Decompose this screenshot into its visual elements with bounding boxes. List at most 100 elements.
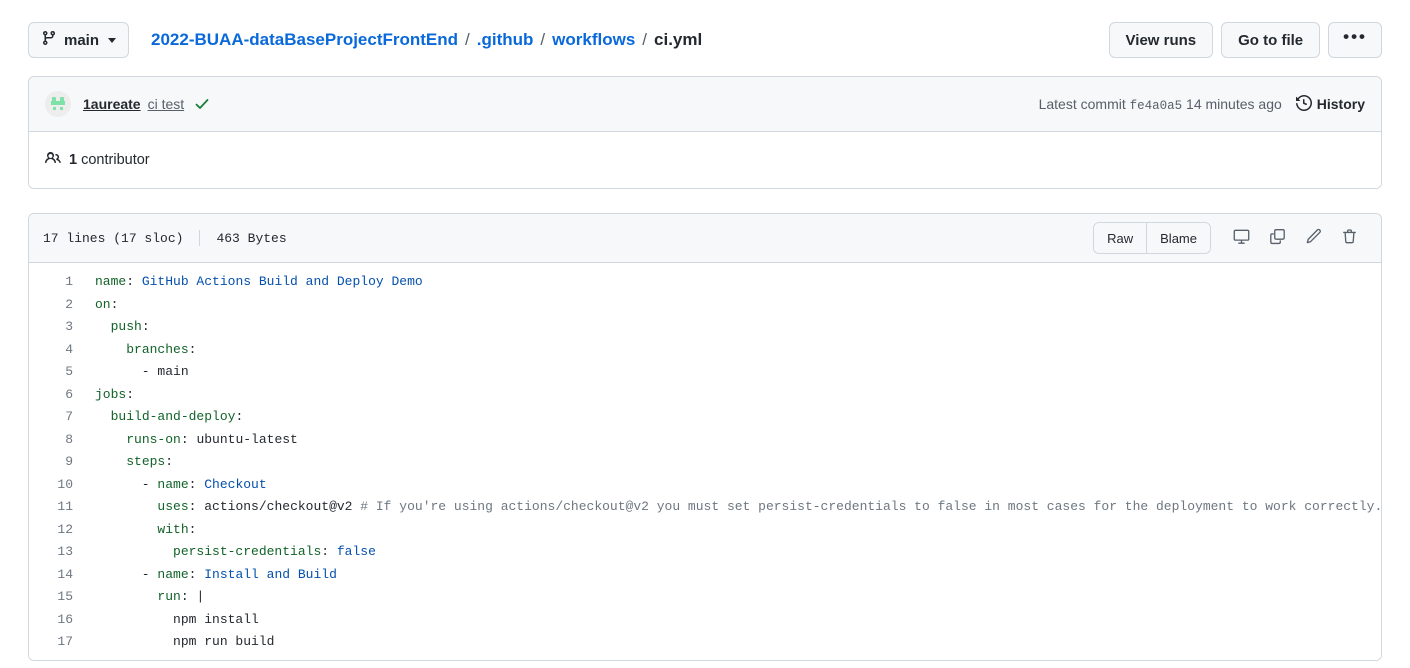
line-content: uses: actions/checkout@v2 # If you're us…	[85, 496, 1381, 519]
latest-commit-label: Latest commit fe4a0a5 14 minutes ago	[1039, 96, 1282, 113]
commit-hash[interactable]: fe4a0a5	[1130, 99, 1183, 113]
blame-button[interactable]: Blame	[1146, 223, 1210, 253]
line-number[interactable]: 7	[29, 406, 85, 429]
code-token: :	[165, 454, 174, 469]
code-line: 5 - main	[29, 361, 1381, 384]
breadcrumb-repo-link[interactable]: 2022-BUAA-dataBaseProjectFrontEnd	[151, 30, 458, 50]
code-token: -	[95, 364, 158, 379]
file-lines-text: 17 lines (17 sloc)	[43, 230, 184, 246]
code-token: :	[180, 589, 197, 604]
chevron-down-icon	[108, 37, 117, 43]
file-topbar: main 2022-BUAA-dataBaseProjectFrontEnd /…	[28, 0, 1382, 72]
breadcrumb-separator: /	[642, 30, 648, 49]
people-icon	[45, 150, 61, 170]
breadcrumb-dir-github[interactable]: .github	[477, 30, 534, 50]
avatar[interactable]	[45, 91, 71, 117]
code-line: 10 - name: Checkout	[29, 474, 1381, 497]
pencil-icon	[1305, 228, 1322, 248]
code-token: :	[110, 296, 119, 312]
code-token: :	[235, 409, 244, 424]
code-token: name	[157, 476, 189, 492]
git-branch-icon	[41, 30, 57, 50]
code-token: with	[157, 521, 189, 537]
line-content: run: |	[85, 586, 1381, 609]
code-token: -	[95, 476, 158, 492]
history-link[interactable]: History	[1295, 94, 1365, 114]
line-number[interactable]: 9	[29, 451, 85, 474]
line-number[interactable]: 8	[29, 429, 85, 452]
line-number[interactable]: 2	[29, 294, 85, 317]
line-number[interactable]: 14	[29, 564, 85, 587]
code-token: jobs	[95, 386, 127, 402]
branch-name-label: main	[64, 31, 100, 49]
line-number[interactable]: 1	[29, 271, 85, 294]
breadcrumb-dir-workflows[interactable]: workflows	[552, 30, 635, 50]
line-number[interactable]: 6	[29, 384, 85, 407]
more-options-button[interactable]: •••	[1328, 22, 1382, 58]
latest-commit-text: Latest commit	[1038, 95, 1126, 112]
view-runs-button[interactable]: View runs	[1108, 22, 1214, 58]
line-number[interactable]: 15	[29, 586, 85, 609]
code-token: :	[188, 341, 197, 357]
line-content: npm run build	[85, 631, 1381, 654]
code-line: 4 branches:	[29, 339, 1381, 362]
file-page: main 2022-BUAA-dataBaseProjectFrontEnd /…	[0, 0, 1410, 661]
delete-file-button[interactable]	[1333, 223, 1365, 253]
line-content: build-and-deploy:	[85, 406, 1381, 429]
code-token: :	[188, 499, 205, 514]
code-line: 16 npm install	[29, 609, 1381, 632]
code-token: :	[141, 319, 150, 334]
code-view[interactable]: 1 name: GitHub Actions Build and Deploy D…	[29, 263, 1381, 660]
breadcrumb-current-file: ci.yml	[654, 30, 703, 49]
line-number[interactable]: 13	[29, 541, 85, 564]
line-number[interactable]: 4	[29, 339, 85, 362]
edit-file-button[interactable]	[1297, 223, 1329, 253]
line-number[interactable]: 10	[29, 474, 85, 497]
line-content: persist-credentials: false	[85, 541, 1381, 564]
raw-button[interactable]: Raw	[1094, 223, 1147, 253]
commit-author-link[interactable]: 1aureate	[83, 96, 141, 112]
code-line: 15 run: |	[29, 586, 1381, 609]
code-line: 11 uses: actions/checkout@v2 # If you're…	[29, 496, 1381, 519]
go-to-file-button[interactable]: Go to file	[1221, 22, 1321, 58]
code-line: 6 jobs:	[29, 384, 1381, 407]
code-token: false	[336, 544, 376, 559]
line-number[interactable]: 12	[29, 519, 85, 542]
contributors-link[interactable]: 1 contributor	[45, 150, 150, 170]
code-token: name	[157, 566, 189, 582]
line-number[interactable]: 3	[29, 316, 85, 339]
line-number[interactable]: 17	[29, 631, 85, 654]
file-meta-panel: 1aureate ci test Latest commit fe4a0a5 1…	[28, 76, 1382, 189]
commit-message-link[interactable]: ci test	[148, 96, 185, 112]
code-line: 17 npm run build	[29, 631, 1381, 654]
history-icon	[1295, 94, 1312, 114]
code-token: :	[180, 431, 197, 447]
line-number[interactable]: 16	[29, 609, 85, 632]
open-in-desktop-button[interactable]	[1225, 223, 1257, 253]
breadcrumb: 2022-BUAA-dataBaseProjectFrontEnd / .git…	[151, 30, 702, 50]
breadcrumb-separator: /	[540, 30, 546, 49]
code-line: 13 persist-credentials: false	[29, 541, 1381, 564]
code-token: # If you're using actions/checkout@v2 yo…	[360, 499, 1381, 514]
check-icon[interactable]	[194, 96, 210, 112]
line-number[interactable]: 11	[29, 496, 85, 519]
code-token: :	[126, 386, 135, 402]
code-token: |	[196, 589, 205, 604]
contributor-label: contributor	[81, 152, 150, 168]
line-number[interactable]: 5	[29, 361, 85, 384]
copy-raw-contents-button[interactable]	[1261, 223, 1293, 253]
code-token: push	[110, 319, 142, 334]
branch-selector-button[interactable]: main	[28, 22, 130, 58]
code-token: npm install	[173, 611, 259, 627]
code-line: 1 name: GitHub Actions Build and Deploy D…	[29, 271, 1381, 294]
commit-time: 14 minutes ago	[1186, 95, 1282, 112]
code-token: name	[95, 274, 127, 289]
code-line: 12 with:	[29, 519, 1381, 542]
trash-icon	[1341, 228, 1358, 248]
